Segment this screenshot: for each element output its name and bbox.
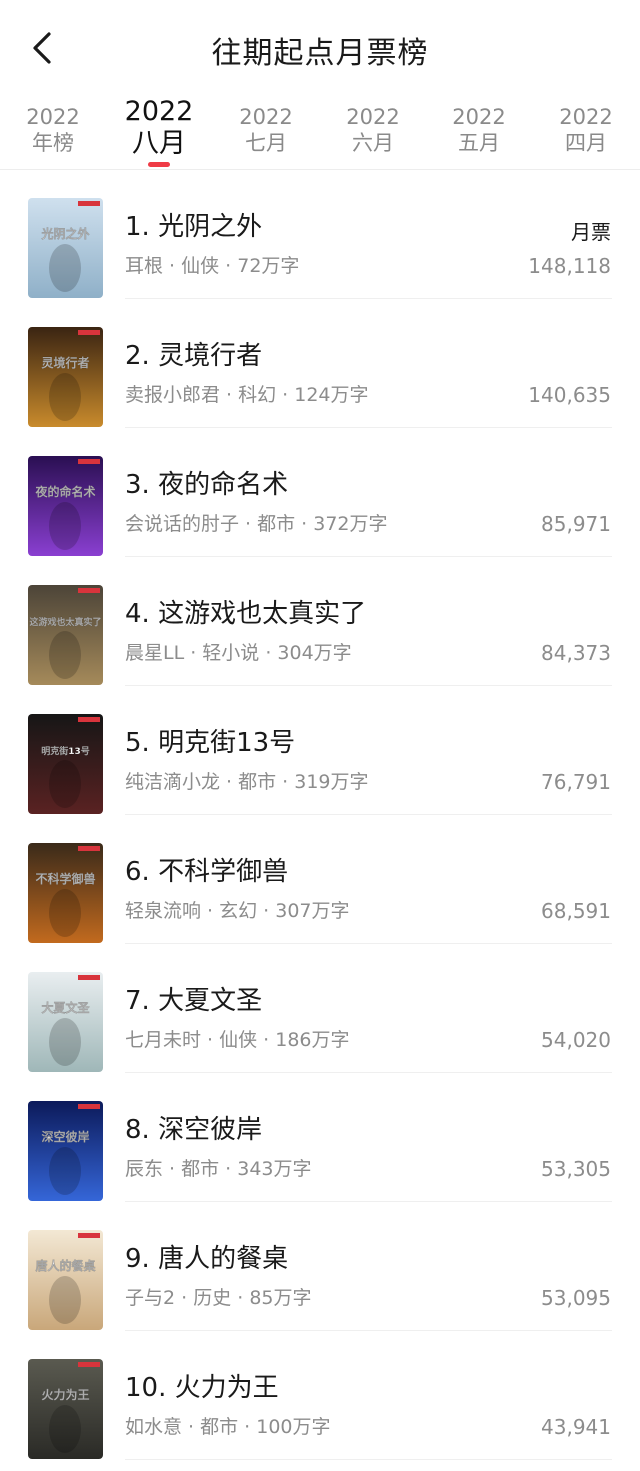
book-cover[interactable]: 深空彼岸 [28,1101,103,1201]
tab-label: 五月 [458,131,500,155]
book-meta: 耳根 · 仙侠 · 72万字 [125,255,300,277]
book-meta: 如水意 · 都市 · 100万字 [125,1416,331,1438]
book-title[interactable]: 1. 光阴之外 [125,210,262,244]
month-tabs: 2022 年榜 2022 八月 2022 七月 2022 六月 2022 五月 2022 四月 [0,96,640,170]
book-cover[interactable]: 夜的命名术 [28,456,103,556]
tab-year: 2022 [239,105,293,129]
book-title[interactable]: 10. 火力为王 [125,1371,279,1405]
book-title[interactable]: 7. 大夏文圣 [125,984,262,1018]
book-meta: 轻泉流响 · 玄幻 · 307万字 [125,900,350,922]
cover-title-text: 明克街13号 [41,745,90,757]
tab-label: 七月 [245,131,287,155]
book-row[interactable]: 不科学御兽 6. 不科学御兽轻泉流响 · 玄幻 · 307万字 68,591 [0,815,640,944]
tab-label: 八月 [132,128,186,159]
tab-3[interactable]: 2022 六月 [323,96,423,170]
book-meta: 辰东 · 都市 · 343万字 [125,1158,312,1180]
tab-label: 四月 [565,131,607,155]
tab-year: 2022 [346,105,400,129]
active-tab-indicator [148,162,170,167]
book-cover[interactable]: 不科学御兽 [28,843,103,943]
tab-year: 2022 [26,105,80,129]
monthly-votes-count: 85,971 [541,512,611,536]
book-meta: 卖报小郎君 · 科幻 · 124万字 [125,384,369,406]
book-cover[interactable]: 灵境行者 [28,327,103,427]
book-row[interactable]: 这游戏也太真实了 4. 这游戏也太真实了晨星LL · 轻小说 · 304万字 84,… [0,557,640,686]
tab-4[interactable]: 2022 五月 [429,96,529,170]
monthly-votes-count: 53,095 [541,1286,611,1310]
book-title[interactable]: 2. 灵境行者 [125,339,262,373]
book-cover[interactable]: 明克街13号 [28,714,103,814]
book-meta: 会说话的肘子 · 都市 · 372万字 [125,513,388,535]
tab-1[interactable]: 2022 八月 [109,96,209,170]
book-title[interactable]: 3. 夜的命名术 [125,468,288,502]
monthly-votes-count: 54,020 [541,1028,611,1052]
book-cover[interactable]: 唐人的餐桌 [28,1230,103,1330]
book-row[interactable]: 光阴之外 1. 光阴之外耳根 · 仙侠 · 72万字 月票 148,118 [0,170,640,299]
book-meta: 纯洁滴小龙 · 都市 · 319万字 [125,771,369,793]
book-row[interactable]: 深空彼岸 8. 深空彼岸辰东 · 都市 · 343万字 53,305 [0,1073,640,1202]
book-cover[interactable]: 大夏文圣 [28,972,103,1072]
tab-year: 2022 [452,105,506,129]
book-title[interactable]: 9. 唐人的餐桌 [125,1242,288,1276]
tab-year: 2022 [124,96,194,127]
monthly-votes-count: 84,373 [541,641,611,665]
book-meta: 晨星LL · 轻小说 · 304万字 [125,642,352,664]
book-cover[interactable]: 火力为王 [28,1359,103,1459]
tab-label: 年榜 [32,131,74,155]
book-cover[interactable]: 这游戏也太真实了 [28,585,103,685]
row-divider [125,1459,612,1460]
book-title[interactable]: 4. 这游戏也太真实了 [125,597,366,631]
cover-title-text: 灵境行者 [41,355,89,370]
book-cover[interactable]: 光阴之外 [28,198,103,298]
cover-title-text: 深空彼岸 [41,1129,89,1144]
book-row[interactable]: 大夏文圣 7. 大夏文圣七月未时 · 仙侠 · 186万字 54,020 [0,944,640,1073]
monthly-votes-count: 53,305 [541,1157,611,1181]
book-meta: 七月未时 · 仙侠 · 186万字 [125,1029,350,1051]
cover-title-text: 这游戏也太真实了 [29,616,101,628]
book-row[interactable]: 夜的命名术 3. 夜的命名术会说话的肘子 · 都市 · 372万字 85,971 [0,428,640,557]
book-meta: 子与2 · 历史 · 85万字 [125,1287,312,1309]
book-title[interactable]: 8. 深空彼岸 [125,1113,262,1147]
tab-year: 2022 [559,105,613,129]
tab-0[interactable]: 2022 年榜 [3,96,103,170]
cover-title-text: 唐人的餐桌 [35,1258,96,1273]
monthly-votes-count: 140,635 [528,383,611,407]
tab-label: 六月 [352,131,394,155]
cover-title-text: 不科学御兽 [35,871,95,886]
cover-title-text: 夜的命名术 [34,484,95,499]
book-row[interactable]: 唐人的餐桌 9. 唐人的餐桌子与2 · 历史 · 85万字 53,095 [0,1202,640,1331]
tab-5[interactable]: 2022 四月 [536,96,636,170]
cover-title-text: 光阴之外 [40,226,89,241]
monthly-votes-count: 68,591 [541,899,611,923]
tab-2[interactable]: 2022 七月 [216,96,316,170]
book-row[interactable]: 灵境行者 2. 灵境行者卖报小郎君 · 科幻 · 124万字 140,635 [0,299,640,428]
book-title[interactable]: 5. 明克街13号 [125,726,295,760]
monthly-votes-count: 43,941 [541,1415,611,1439]
book-row[interactable]: 明克街13号 5. 明克街13号纯洁滴小龙 · 都市 · 319万字 76,791 [0,686,640,815]
monthly-votes-count: 76,791 [541,770,611,794]
page-title: 往期起点月票榜 [211,36,429,71]
votes-column-label: 月票 [571,220,611,244]
book-row[interactable]: 火力为王 10. 火力为王如水意 · 都市 · 100万字 43,941 [0,1331,640,1460]
top-bar: 往期起点月票榜 [0,0,640,96]
monthly-votes-count: 148,118 [528,254,611,278]
cover-title-text: 大夏文圣 [41,1000,90,1015]
ranking-list: 光阴之外 1. 光阴之外耳根 · 仙侠 · 72万字 月票 148,118 灵境行者 2.… [0,170,640,1460]
book-title[interactable]: 6. 不科学御兽 [125,855,288,889]
cover-title-text: 火力为王 [41,1387,89,1402]
